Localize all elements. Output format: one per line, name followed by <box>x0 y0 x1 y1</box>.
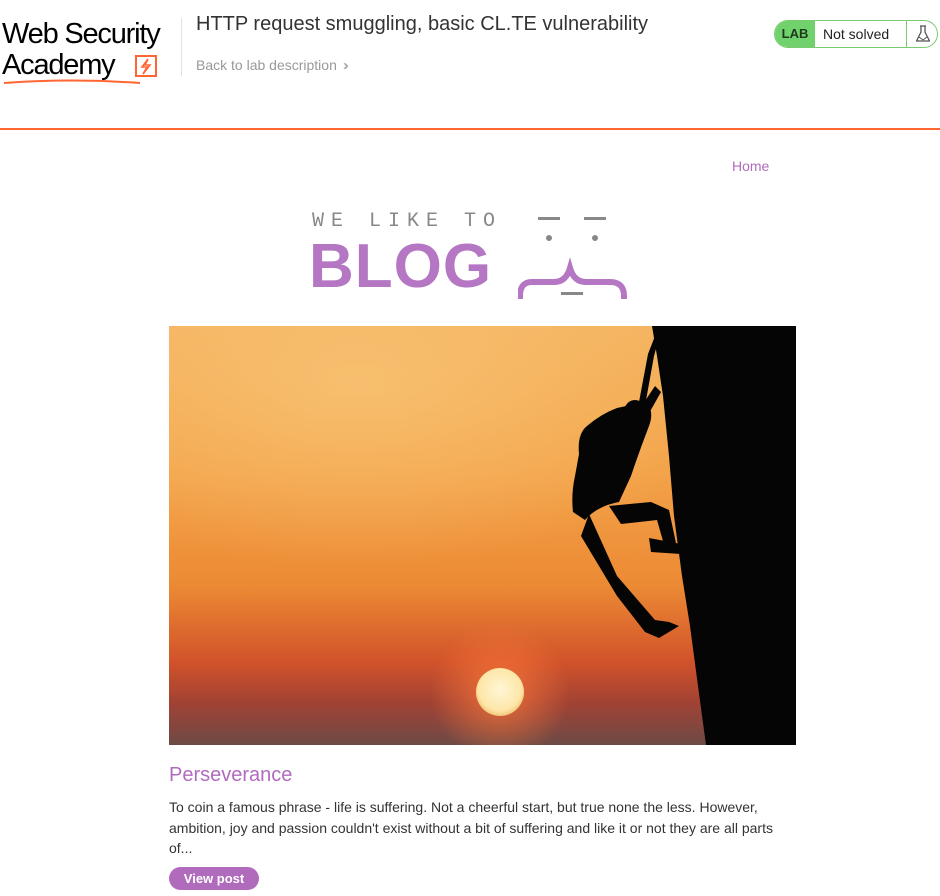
lab-title: HTTP request smuggling, basic CL.TE vuln… <box>196 13 649 35</box>
blog-logo-tagline: WE LIKE TO <box>312 210 503 233</box>
header-rule <box>0 128 940 130</box>
flask-icon <box>906 21 937 47</box>
lab-status-widget: LAB Not solved <box>774 20 938 48</box>
back-to-lab-description-link[interactable]: Back to lab description ›› <box>196 57 349 74</box>
double-chevron-right-icon: ›› <box>342 57 349 74</box>
academy-logo[interactable]: Web Security Academy <box>2 16 182 86</box>
post-summary: To coin a famous phrase - life is suffer… <box>169 799 773 856</box>
blog-logo-word: BLOG <box>309 232 493 301</box>
blog-logo-face-icon <box>518 217 628 300</box>
post-title-link[interactable]: Perseverance <box>169 764 292 787</box>
lab-status-text: Not solved <box>823 26 890 42</box>
logo-underline <box>3 79 141 84</box>
logo-text-line1: Web Security <box>2 18 161 50</box>
lab-badge: LAB <box>775 21 815 47</box>
view-post-button[interactable]: View post <box>169 867 259 890</box>
hero-image <box>169 326 796 745</box>
nav-home-link[interactable]: Home <box>732 158 769 174</box>
back-link-label: Back to lab description <box>196 57 337 73</box>
lightning-bolt-icon <box>135 55 157 77</box>
academy-header: Web Security Academy HTTP request smuggl… <box>0 0 940 130</box>
header-divider <box>181 18 182 76</box>
blog-logo: WE LIKE TO BLOG <box>309 208 630 301</box>
